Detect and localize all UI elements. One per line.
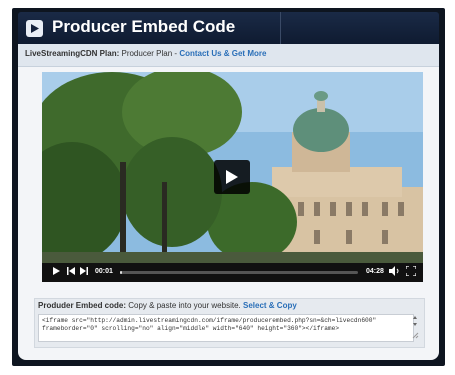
header-bar: Producer Embed Code: [18, 12, 439, 44]
contact-us-link[interactable]: Contact Us & Get More: [179, 49, 266, 58]
play-icon: [26, 20, 43, 37]
plan-bar: LiveStreamingCDN Plan: Producer Plan - C…: [18, 44, 439, 67]
embed-panel: Produder Embed code: Copy & paste into y…: [34, 298, 425, 348]
content-panel: LiveStreamingCDN Plan: Producer Plan - C…: [18, 44, 439, 360]
fullscreen-icon[interactable]: [406, 266, 416, 276]
play-icon: [226, 170, 238, 184]
embed-instruction-text: Copy & paste into your website.: [128, 301, 241, 310]
skip-back-icon[interactable]: [67, 266, 76, 276]
select-copy-link[interactable]: Select & Copy: [243, 301, 297, 310]
player-controls: 00:01 04:28: [42, 263, 423, 282]
header-divider: [280, 12, 281, 44]
page-title: Producer Embed Code: [52, 17, 236, 36]
play-icon[interactable]: [52, 266, 61, 276]
skip-forward-icon[interactable]: [79, 266, 88, 276]
current-time: 00:01: [95, 268, 113, 275]
plan-value: Producer Plan -: [121, 49, 178, 58]
video-player[interactable]: 00:01 04:28: [42, 72, 423, 282]
plan-info: LiveStreamingCDN Plan: Producer Plan - C…: [25, 49, 266, 58]
textarea-scrollbar[interactable]: [410, 314, 420, 341]
volume-icon[interactable]: [389, 266, 400, 276]
embed-code-textarea[interactable]: <iframe src="http://admin.livestreamingc…: [38, 314, 414, 342]
plan-label: LiveStreamingCDN Plan:: [25, 49, 120, 58]
embed-instructions: Produder Embed code: Copy & paste into y…: [38, 301, 297, 310]
progress-bar[interactable]: [120, 271, 358, 274]
embed-label: Produder Embed code:: [38, 301, 127, 310]
duration: 04:28: [366, 268, 384, 275]
big-play-button[interactable]: [214, 160, 250, 194]
progress-fill: [120, 271, 122, 274]
